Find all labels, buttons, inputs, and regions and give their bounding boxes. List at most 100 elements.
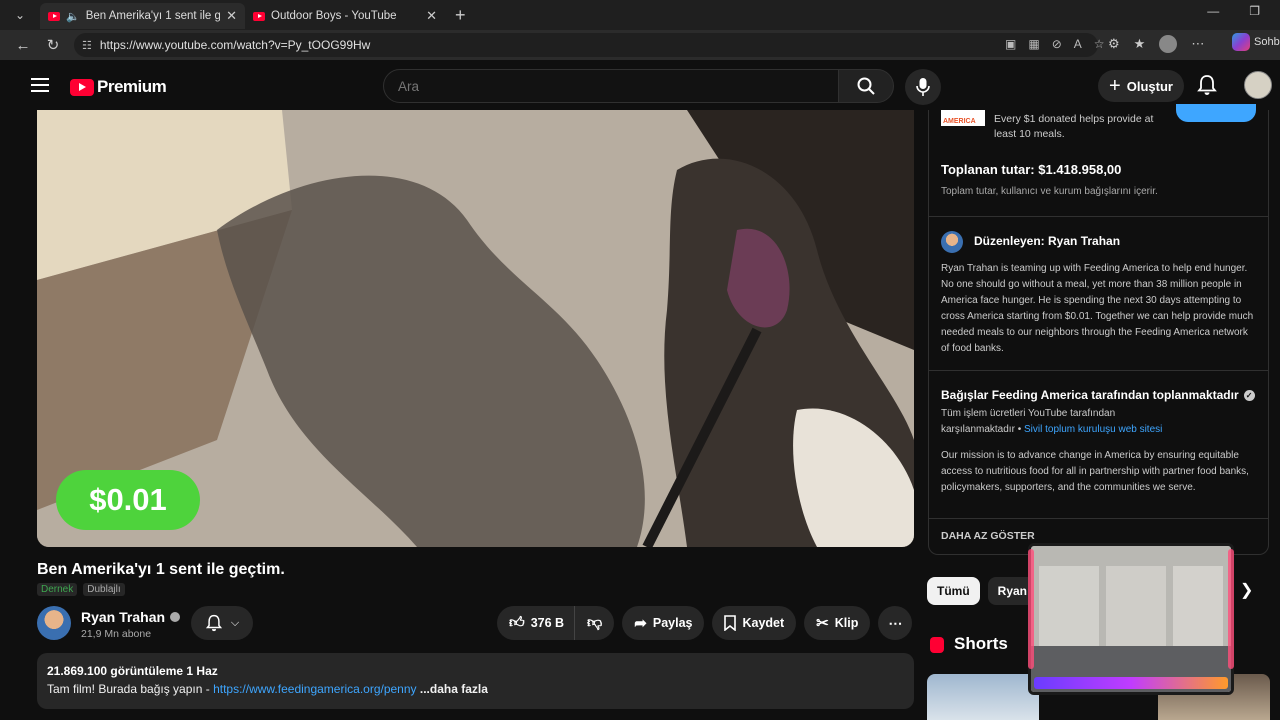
dubbed-badge: Dublajlı — [83, 583, 125, 596]
window-controls: — ❐ — [1207, 4, 1260, 18]
video-badges: Dernek Dublajlı — [37, 583, 125, 596]
tab-list-chevron-icon[interactable]: ⌄ — [0, 0, 40, 30]
clip-button[interactable]: ✂ Klip — [804, 606, 871, 640]
read-aloud-icon[interactable]: A — [1074, 37, 1082, 51]
like-count: 376 B — [530, 616, 565, 630]
more-actions-button[interactable]: ⋯ — [878, 606, 913, 640]
app-icon[interactable]: ▦ — [1028, 37, 1039, 51]
donation-link[interactable]: https://www.feedingamerica.org/penny — [213, 682, 416, 696]
share-arrow-icon: ➦ — [634, 615, 647, 632]
chevron-right-icon[interactable]: ❯ — [1240, 580, 1253, 600]
browser-tab-active[interactable]: 🔈 Ben Amerika'yı 1 sent ile geçtim. ✕ — [40, 3, 245, 29]
tracking-icon[interactable]: ⊘ — [1052, 37, 1062, 51]
organizer-description: Ryan Trahan is teaming up with Feeding A… — [941, 263, 1254, 354]
url-action-icons: ▣ ▦ ⊘ A ☆ — [1005, 37, 1105, 51]
clip-label: Klip — [834, 616, 859, 630]
mission-text: Our mission is to advance change in Amer… — [941, 450, 1249, 493]
url-field[interactable]: ☷ https://www.youtube.com/watch?v=Py_tOO… — [74, 33, 1098, 57]
collector-text: Bağışlar Feeding America tarafından topl… — [941, 388, 1239, 402]
save-button[interactable]: Kaydet — [712, 606, 797, 640]
tab-title: Ben Amerika'yı 1 sent ile geçtim. — [85, 10, 221, 22]
channel-name-row[interactable]: Ryan Trahan — [81, 609, 181, 625]
share-button[interactable]: ➦ Paylaş — [622, 606, 705, 640]
dislike-button[interactable]: 👎︎ — [574, 606, 615, 640]
nonprofit-badge: Dernek — [37, 583, 78, 596]
more-menu-icon[interactable]: ⋯ — [1191, 36, 1204, 52]
share-label: Paylaş — [652, 616, 693, 630]
profile-icon[interactable] — [1159, 35, 1178, 53]
youtube-play-icon — [70, 78, 94, 96]
new-tab-icon[interactable]: + — [455, 5, 466, 26]
donate-button[interactable] — [1176, 104, 1256, 122]
search-icon — [857, 77, 875, 95]
extensions-icon[interactable]: ⚙ — [1108, 36, 1120, 52]
speaker-icon[interactable]: 🔈 — [66, 10, 80, 23]
amount-raised: Toplanan tutar: $1.418.958,00 — [941, 162, 1122, 177]
browser-address-bar: ← ↻ ☷ https://www.youtube.com/watch?v=Py… — [0, 30, 1280, 60]
translate-icon[interactable]: ▣ — [1005, 37, 1016, 51]
shorts-heading: Shorts — [954, 634, 1008, 653]
reload-icon[interactable]: ↻ — [38, 36, 68, 54]
plus-icon: + — [1109, 75, 1121, 97]
bell-icon — [205, 614, 222, 632]
bell-icon — [1197, 75, 1217, 95]
copilot-button[interactable]: Sohb — [1232, 33, 1280, 51]
channel-avatar[interactable] — [37, 606, 71, 640]
webcam-accent — [1228, 549, 1234, 669]
verified-check-icon: ✓ — [1243, 389, 1255, 401]
show-more-link[interactable]: ...daha fazla — [417, 682, 488, 696]
subscription-notifications-button[interactable]: ⌵ — [191, 606, 253, 640]
search-input[interactable] — [384, 70, 838, 102]
short-thumbnail[interactable] — [927, 674, 1039, 720]
microphone-icon — [916, 78, 930, 96]
voice-search-button[interactable] — [905, 69, 941, 105]
create-button[interactable]: + Oluştur — [1098, 70, 1184, 102]
account-avatar[interactable] — [1244, 71, 1272, 99]
back-arrow-icon[interactable]: ← — [8, 37, 38, 54]
maximize-icon[interactable]: ❐ — [1249, 4, 1260, 18]
logo-text: Premium — [97, 77, 167, 96]
search-box — [383, 69, 839, 103]
channel-name[interactable]: Ryan Trahan — [81, 609, 165, 625]
organizer-avatar[interactable] — [941, 231, 963, 253]
shorts-icon — [930, 637, 944, 653]
create-label: Oluştur — [1126, 78, 1173, 94]
video-title: Ben Amerika'yı 1 sent ile geçtim. — [37, 561, 285, 578]
chip-all[interactable]: Tümü — [927, 577, 980, 605]
guide-menu-icon[interactable] — [31, 78, 49, 92]
description-box[interactable]: 21.869.100 görüntüleme 1 Haz Tam film! B… — [37, 653, 914, 709]
like-button[interactable]: 👍︎ 376 B — [497, 606, 575, 640]
bullet-separator: • — [1014, 424, 1024, 435]
browser-tab-inactive[interactable]: Outdoor Boys - YouTube ✕ — [245, 3, 445, 29]
donation-info-text: Every $1 donated helps provide at least … — [994, 113, 1154, 140]
copilot-icon — [1232, 33, 1250, 51]
divider — [929, 216, 1268, 217]
favorites-icon[interactable]: ★ — [1134, 36, 1146, 52]
tab-title: Outdoor Boys - YouTube — [271, 10, 397, 22]
site-info-icon[interactable]: ☷ — [82, 39, 92, 52]
search-button[interactable] — [838, 69, 894, 103]
close-tab-icon[interactable]: ✕ — [426, 8, 437, 24]
bookmark-icon — [724, 615, 737, 631]
minimize-icon[interactable]: — — [1207, 4, 1219, 18]
url-text: https://www.youtube.com/watch?v=Py_tOOG9… — [99, 38, 371, 52]
favorite-star-icon[interactable]: ☆ — [1094, 37, 1105, 51]
price-overlay: $0.01 — [56, 470, 200, 530]
nonprofit-website-link[interactable]: Sivil toplum kuruluşu web sitesi — [1024, 424, 1162, 435]
copilot-label: Sohb — [1254, 36, 1280, 48]
webcam-feed — [1031, 546, 1231, 692]
fees-info: Tüm işlem ücretleri YouTube tarafından k… — [941, 406, 1181, 438]
chevron-down-icon: ⌵ — [230, 616, 240, 629]
youtube-favicon-icon — [48, 11, 60, 21]
collector-heading: Bağışlar Feeding America tarafından topl… — [941, 388, 1255, 402]
notifications-button[interactable] — [1196, 74, 1218, 101]
description-text: Tam film! Burada bağış yapın - — [47, 682, 214, 696]
toolbar-icons: ⚙ ★ ⋯ — [1108, 35, 1204, 53]
more-dots-icon: ⋯ — [888, 614, 903, 631]
thumbs-down-icon: 👎︎ — [587, 614, 603, 631]
close-tab-icon[interactable]: ✕ — [226, 8, 237, 24]
youtube-favicon-icon — [253, 11, 265, 21]
show-less-button[interactable]: DAHA AZ GÖSTER — [941, 530, 1035, 542]
video-actions: 👍︎ 376 B 👎︎ ➦ Paylaş Kaydet ✂ Klip ⋯ — [497, 606, 913, 640]
youtube-premium-logo[interactable]: Premium — [70, 77, 167, 97]
